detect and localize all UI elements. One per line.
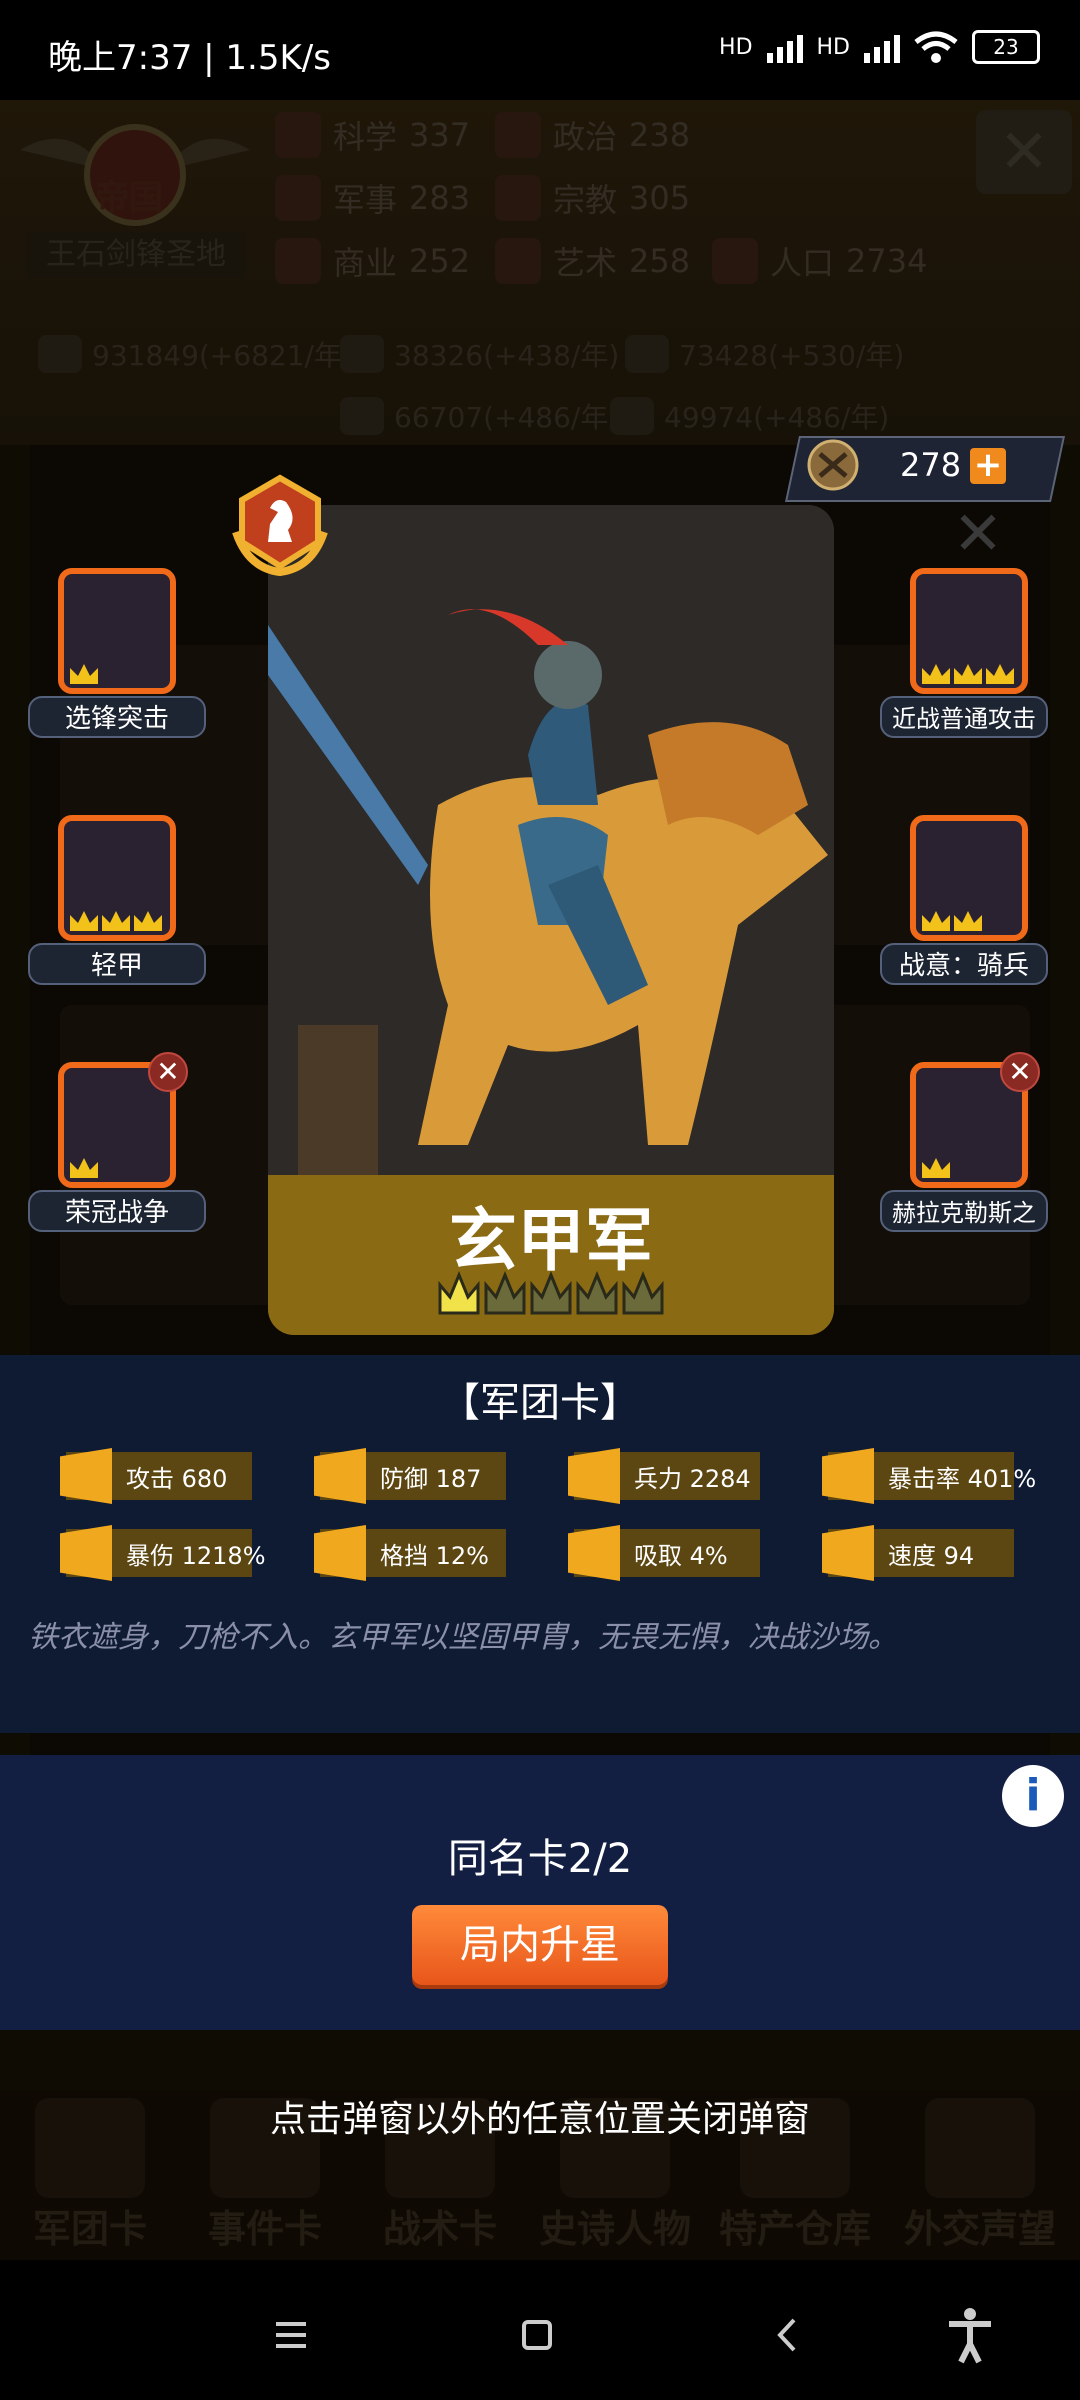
wifi-icon (914, 31, 958, 63)
stat-lifesteal: 吸取 4% (568, 1525, 760, 1581)
stat-troops: 兵力 2284 (568, 1448, 760, 1504)
stat-block: 格挡 12% (314, 1525, 506, 1581)
skill-slot[interactable]: 近战普通攻击 (880, 568, 1080, 768)
stat-crit-rate: 暴击率 401% (822, 1448, 1036, 1504)
star-crown-icon (530, 1271, 572, 1315)
sword-icon (60, 1448, 112, 1504)
status-icons: HD HD 23 (719, 30, 1040, 64)
cavalry-knight-illustration (268, 505, 834, 1175)
back-icon[interactable] (752, 2300, 822, 2370)
card-description: 铁衣遮身，刀枪不入。玄甲军以坚固甲胄，无畏无惧，决战沙场。 (28, 1620, 898, 1655)
shield-icon (314, 1448, 366, 1504)
skill-slot[interactable]: 赫拉克勒斯之 ✕ (880, 1052, 1080, 1262)
upgrade-panel (0, 1755, 1080, 2030)
info-icon[interactable]: i (1002, 1765, 1064, 1827)
signal-icon (766, 31, 803, 63)
crest-icon (807, 439, 859, 491)
knight-rank-badge-icon (232, 474, 328, 576)
menu-icon[interactable] (256, 2300, 326, 2370)
stat-defense: 防御 187 (314, 1448, 506, 1504)
signal-icon (864, 31, 900, 63)
card-stars (436, 1267, 668, 1319)
currency-value: 278 (900, 446, 962, 484)
accessibility-icon[interactable] (935, 2300, 1005, 2370)
crowns-icon (70, 664, 98, 684)
crosshair-icon (822, 1448, 874, 1504)
crowns-icon (922, 1158, 950, 1178)
skill-slot[interactable]: 荣冠战争 ✕ (28, 1052, 228, 1262)
block-shield-icon (314, 1525, 366, 1581)
burst-icon (60, 1525, 112, 1581)
skill-slot[interactable]: 轻甲 (28, 815, 228, 1015)
star-crown-icon (576, 1271, 618, 1315)
crowns-icon (922, 664, 1014, 684)
heart-icon (568, 1448, 620, 1504)
crowns-icon (70, 911, 162, 931)
boot-icon (822, 1525, 874, 1581)
skill-slot[interactable]: 战意：骑兵 (880, 815, 1080, 1015)
home-icon[interactable] (502, 2300, 572, 2370)
upgrade-star-button[interactable]: 局内升星 (412, 1905, 668, 1985)
remove-skill-button[interactable]: ✕ (1000, 1052, 1040, 1092)
duplicate-card-count: 同名卡2/2 (447, 1836, 633, 1882)
close-hint: 点击弹窗以外的任意位置关闭弹窗 (269, 2099, 810, 2140)
signal-label-1: HD (719, 34, 753, 60)
close-icon: ✕ (952, 499, 1004, 569)
add-currency-button[interactable]: + (970, 448, 1006, 484)
panel-title: 【军团卡】 (440, 1380, 640, 1426)
drain-icon (568, 1525, 620, 1581)
stat-speed: 速度 94 (822, 1525, 1014, 1581)
stat-attack: 攻击 680 (60, 1448, 252, 1504)
star-crown-icon (622, 1271, 664, 1315)
remove-skill-button[interactable]: ✕ (148, 1052, 188, 1092)
star-crown-icon (484, 1271, 526, 1315)
legion-card: 玄甲军 (268, 505, 834, 1335)
skill-slot[interactable]: 选锋突击 (28, 568, 228, 768)
status-time: 晚上7:37 | 1.5K/s (48, 38, 331, 78)
battery-icon: 23 (972, 30, 1040, 64)
crowns-icon (70, 1158, 98, 1178)
star-crown-icon (438, 1271, 480, 1315)
signal-label-2: HD (816, 34, 850, 60)
crowns-icon (922, 911, 982, 931)
stat-crit-damage: 暴伤 1218% (60, 1525, 266, 1581)
